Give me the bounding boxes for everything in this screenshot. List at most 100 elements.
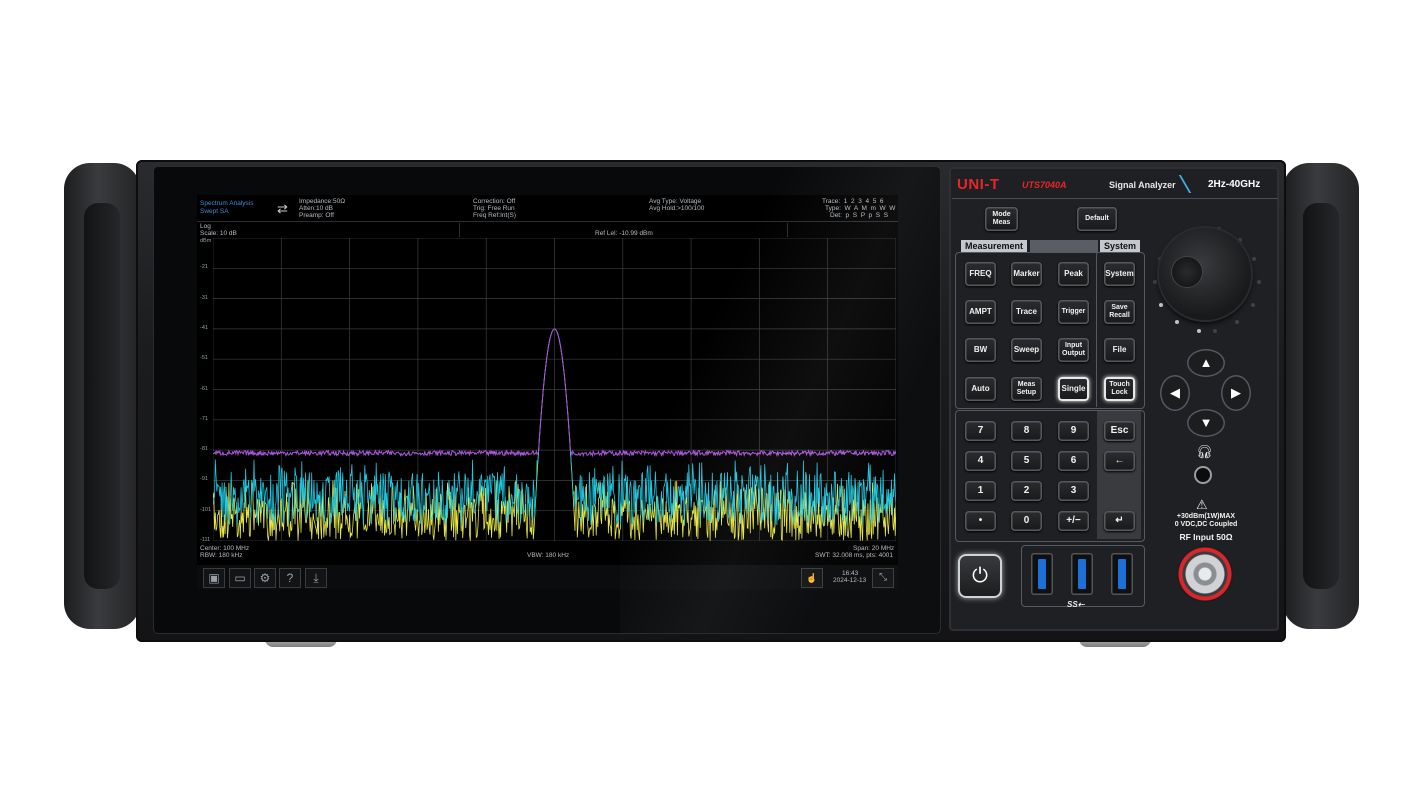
system-section-label: System [1100,240,1141,252]
help-icon[interactable]: ? [279,568,301,588]
impedance-text: Impedance:50Ω [299,198,346,205]
y-tick-label: -101 [200,506,212,513]
arrow-right-button[interactable]: ▶ [1221,375,1251,411]
rf-input-connector[interactable] [1177,546,1233,602]
preamp-text: Preamp: Off [299,212,334,219]
clock-date: 2024-12-13 [833,577,867,584]
trace-row: Trace: 1 2 3 4 5 6 [822,198,884,205]
vbw-label[interactable]: VBW: 180 kHz [527,552,569,559]
key-marker[interactable]: Marker [1011,262,1042,286]
arrow-left-button[interactable]: ◀ [1160,375,1190,411]
screenshot-icon[interactable]: ▣ [203,568,225,588]
download-icon[interactable]: ⤓ [305,568,327,588]
key-trace[interactable]: Trace [1011,300,1042,324]
key-trigger[interactable]: Trigger [1058,300,1089,324]
touch-lock-icon[interactable]: ☝ [801,568,823,588]
arrow-up-button[interactable]: ▲ [1187,349,1225,377]
mode-label[interactable]: Spectrum Analysis [200,200,253,207]
key-auto[interactable]: Auto [965,377,996,401]
unit-label: dBm [200,238,212,244]
knob-led [1174,320,1179,325]
numpad-key[interactable]: 5 [1011,451,1042,471]
key-peak[interactable]: Peak [1058,262,1089,286]
model-label: UTS7040A [1022,180,1067,190]
default-button[interactable]: Default [1077,207,1117,231]
coupling-label: 0 VDC,DC Coupled [1174,521,1238,528]
key-touch-lock[interactable]: Touch Lock [1104,377,1135,401]
y-tick-label: -61 [200,385,208,392]
key-freq[interactable]: FREQ [965,262,996,286]
y-tick-label: -111 [200,537,211,543]
y-tick-label: -31 [200,294,208,301]
analyzer-screen[interactable]: Spectrum Analysis Swept SA ⇄ Impedance:5… [197,195,898,590]
numpad-key[interactable]: 1 [965,481,996,501]
taskbar [197,565,898,590]
mode-meas-button[interactable]: Mode Meas [985,207,1018,231]
knob-led [1256,279,1261,284]
brand-logo: UNI-T [957,176,1000,193]
trig-text: Trig: Free Run [473,205,515,212]
key-system[interactable]: System [1104,262,1135,286]
key-ampt[interactable]: AMPT [965,300,996,324]
settings-icon[interactable]: ⚙ [254,568,276,588]
headphone-jack[interactable] [1196,468,1210,482]
warning-label: +30dBm(1W)MAX [1176,513,1236,520]
rf-input-label: RF Input 50Ω [1179,532,1233,542]
span-label[interactable]: Span: 20 MHz [853,545,894,552]
usb-port-2[interactable] [1071,553,1093,595]
det-row: Det: p S P p S S [830,212,889,219]
knob-led [1252,256,1257,261]
numpad-key[interactable]: 2 [1011,481,1042,501]
numpad-key[interactable]: 9 [1058,421,1089,441]
knob-led [1235,320,1240,325]
numpad-key[interactable]: 7 [965,421,996,441]
numpad-key[interactable]: 8 [1011,421,1042,441]
freq-ref-text: Freq Ref:Int(S) [473,212,516,219]
swap-icon[interactable]: ⇄ [277,202,288,215]
y-tick-label: -91 [200,476,208,483]
rbw-label[interactable]: RBW: 180 kHz [200,552,243,559]
product-label: Signal Analyzer [1109,180,1176,190]
spectrum-plot[interactable] [213,238,896,541]
avg-type-text: Avg Type: Voltage [649,198,702,205]
numpad-key[interactable]: 6 [1058,451,1089,471]
avg-hold-text: Avg Hold:>100/100 [649,205,705,212]
scale-label[interactable]: Scale: 10 dB [200,230,237,237]
key-bw[interactable]: BW [965,338,996,362]
clock-time: 16:43 [842,570,859,577]
folder-icon[interactable]: ▭ [229,568,251,588]
numpad-key[interactable]: Esc [1104,421,1135,441]
numpad-key[interactable]: 0 [1011,511,1042,531]
ref-level-label[interactable]: Ref Lel: -10.99 dBm [595,230,653,237]
mode-sub-label[interactable]: Swept SA [200,208,229,215]
numpad-key[interactable]: 4 [965,451,996,471]
numpad-key[interactable]: ← [1104,451,1135,471]
y-tick-label: -51 [200,355,208,362]
usb-label: SS⇠ [1067,600,1085,609]
key-file[interactable]: File [1104,338,1135,362]
left-handle [64,163,140,629]
y-tick-label: -41 [200,324,208,331]
arrow-down-button[interactable]: ▼ [1187,409,1225,437]
fullscreen-icon[interactable]: ⤡ [872,568,894,588]
key-single[interactable]: Single [1058,377,1089,401]
knob-dimple [1172,257,1202,287]
key-save-recall[interactable]: Save Recall [1104,300,1135,324]
key-input-output[interactable]: Input Output [1058,338,1089,362]
y-tick-label: -21 [200,264,208,271]
y-tick-label: -71 [200,415,208,422]
numpad-key[interactable]: +/− [1058,511,1089,531]
center-freq-label[interactable]: Center: 100 MHz [200,545,249,552]
numpad-key[interactable]: ↵ [1104,511,1135,531]
swt-label[interactable]: SWT: 32.008 ms, pts: 4001 [815,552,893,559]
correction-text: Correction: Off [473,198,516,205]
plot-grid [213,238,896,541]
power-button[interactable]: ⏻ [958,554,1002,598]
usb-port-1[interactable] [1031,553,1053,595]
key-sweep[interactable]: Sweep [1011,338,1042,362]
key-meas-setup[interactable]: Meas Setup [1011,377,1042,401]
usb-port-3[interactable] [1111,553,1133,595]
knob-led [1153,279,1158,284]
numpad-key[interactable]: • [965,511,996,531]
numpad-key[interactable]: 3 [1058,481,1089,501]
